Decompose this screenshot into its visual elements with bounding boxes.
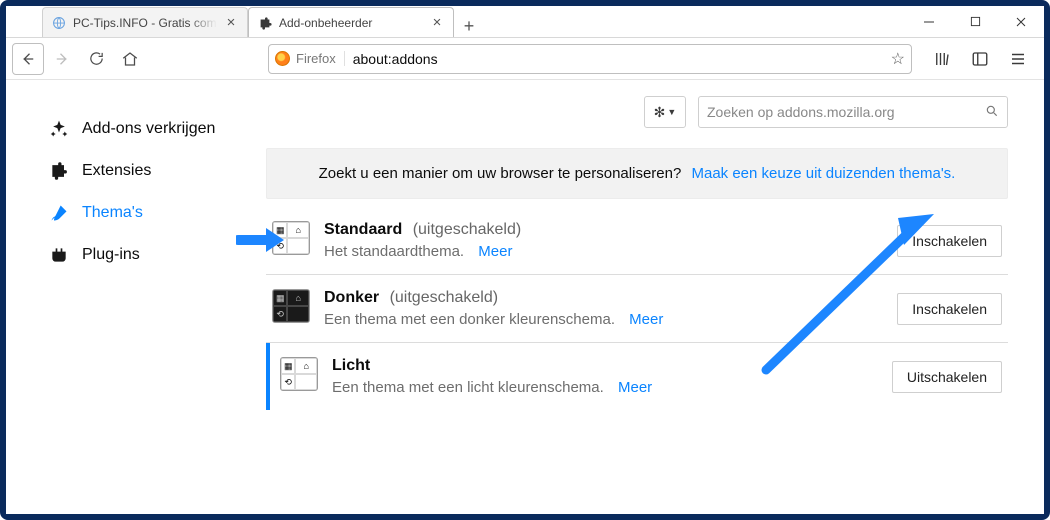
theme-description: Het standaardthema. Meer <box>324 243 883 260</box>
theme-row-default: ▦⌂⟲ Standaard (uitgeschakeld) Het standa… <box>266 207 1008 275</box>
app-menu-button[interactable] <box>1004 45 1032 73</box>
bookmark-star-icon[interactable]: ☆ <box>891 49 905 69</box>
chevron-down-icon: ▼ <box>667 107 676 117</box>
close-window-button[interactable] <box>998 6 1044 37</box>
enable-button[interactable]: Inschakelen <box>897 225 1002 257</box>
new-tab-button[interactable]: + <box>454 16 484 37</box>
sparkle-icon <box>48 119 70 139</box>
puzzle-icon <box>257 15 273 31</box>
sidebar-item-label: Thema's <box>82 204 143 222</box>
theme-icon: ▦⌂⟲ <box>280 357 318 391</box>
plug-icon <box>48 245 70 265</box>
firefox-icon <box>275 51 290 66</box>
sidebar-item-extensions[interactable]: Extensies <box>48 150 252 192</box>
tab-pc-tips[interactable]: PC-Tips.INFO - Gratis computer tips × <box>42 7 248 37</box>
close-icon[interactable]: × <box>223 15 239 30</box>
site-identity[interactable]: Firefox <box>275 51 345 66</box>
puzzle-icon <box>48 161 70 181</box>
addons-gear-menu[interactable]: ✻ ▼ <box>644 96 686 128</box>
theme-title: Licht <box>332 357 878 375</box>
library-button[interactable] <box>928 45 956 73</box>
banner-link[interactable]: Maak een keuze uit duizenden thema's. <box>691 165 955 182</box>
tab-title: PC-Tips.INFO - Gratis computer tips <box>73 16 217 30</box>
theme-description: Een thema met een donker kleurenschema. … <box>324 311 883 328</box>
gear-icon: ✻ <box>654 104 666 121</box>
theme-row-light: ▦⌂⟲ Licht Een thema met een licht kleure… <box>266 343 1008 410</box>
url-text: about:addons <box>353 51 883 67</box>
sidebar-item-label: Add-ons verkrijgen <box>82 120 215 138</box>
theme-description: Een thema met een licht kleurenschema. M… <box>332 379 878 396</box>
sidebar-button[interactable] <box>966 45 994 73</box>
theme-list: ▦⌂⟲ Standaard (uitgeschakeld) Het standa… <box>266 207 1008 410</box>
themes-banner: Zoekt u een manier om uw browser te pers… <box>266 148 1008 199</box>
sidebar-item-label: Plug-ins <box>82 246 140 264</box>
enable-button[interactable]: Inschakelen <box>897 293 1002 325</box>
close-icon[interactable]: × <box>429 15 445 30</box>
theme-title: Standaard (uitgeschakeld) <box>324 221 883 239</box>
tab-strip: PC-Tips.INFO - Gratis computer tips × Ad… <box>6 6 906 37</box>
addons-top-row: ✻ ▼ <box>266 96 1008 128</box>
tab-addon-manager[interactable]: Add-onbeheerder × <box>248 7 454 37</box>
content: Add-ons verkrijgen Extensies Thema's Plu… <box>6 80 1044 514</box>
addons-search-input[interactable] <box>707 104 977 120</box>
toolbar-right <box>922 45 1038 73</box>
site-identity-label: Firefox <box>296 51 336 66</box>
back-button[interactable] <box>12 43 44 75</box>
addons-search[interactable] <box>698 96 1008 128</box>
theme-state: (uitgeschakeld) <box>413 221 522 238</box>
globe-icon <box>51 15 67 31</box>
theme-row-dark: ▦⌂⟲ Donker (uitgeschakeld) Een thema met… <box>266 275 1008 343</box>
disable-button[interactable]: Uitschakelen <box>892 361 1002 393</box>
tab-title: Add-onbeheerder <box>279 16 423 30</box>
addons-sidebar: Add-ons verkrijgen Extensies Thema's Plu… <box>6 80 266 514</box>
theme-name: Licht <box>332 357 370 374</box>
theme-more-link[interactable]: Meer <box>629 311 663 328</box>
theme-state: (uitgeschakeld) <box>390 289 499 306</box>
sidebar-item-plugins[interactable]: Plug-ins <box>48 234 252 276</box>
sidebar-item-get-addons[interactable]: Add-ons verkrijgen <box>48 108 252 150</box>
theme-more-link[interactable]: Meer <box>618 379 652 396</box>
home-button[interactable] <box>114 43 146 75</box>
theme-icon: ▦⌂⟲ <box>272 221 310 255</box>
theme-name: Standaard <box>324 221 402 238</box>
theme-name: Donker <box>324 289 379 306</box>
toolbar: Firefox about:addons ☆ <box>6 38 1044 80</box>
maximize-button[interactable] <box>952 6 998 37</box>
minimize-button[interactable] <box>906 6 952 37</box>
address-bar[interactable]: Firefox about:addons ☆ <box>268 44 912 74</box>
sidebar-item-themes[interactable]: Thema's <box>48 192 252 234</box>
theme-icon: ▦⌂⟲ <box>272 289 310 323</box>
titlebar: PC-Tips.INFO - Gratis computer tips × Ad… <box>6 6 1044 38</box>
theme-more-link[interactable]: Meer <box>478 243 512 260</box>
paintbrush-icon <box>48 203 70 223</box>
sidebar-item-label: Extensies <box>82 162 151 180</box>
window-controls <box>906 6 1044 37</box>
search-icon <box>985 104 999 121</box>
theme-title: Donker (uitgeschakeld) <box>324 289 883 307</box>
banner-text: Zoekt u een manier om uw browser te pers… <box>319 165 682 182</box>
forward-button[interactable] <box>46 43 78 75</box>
addons-main: ✻ ▼ Zoekt u een manier om uw browser te … <box>266 80 1044 514</box>
reload-button[interactable] <box>80 43 112 75</box>
